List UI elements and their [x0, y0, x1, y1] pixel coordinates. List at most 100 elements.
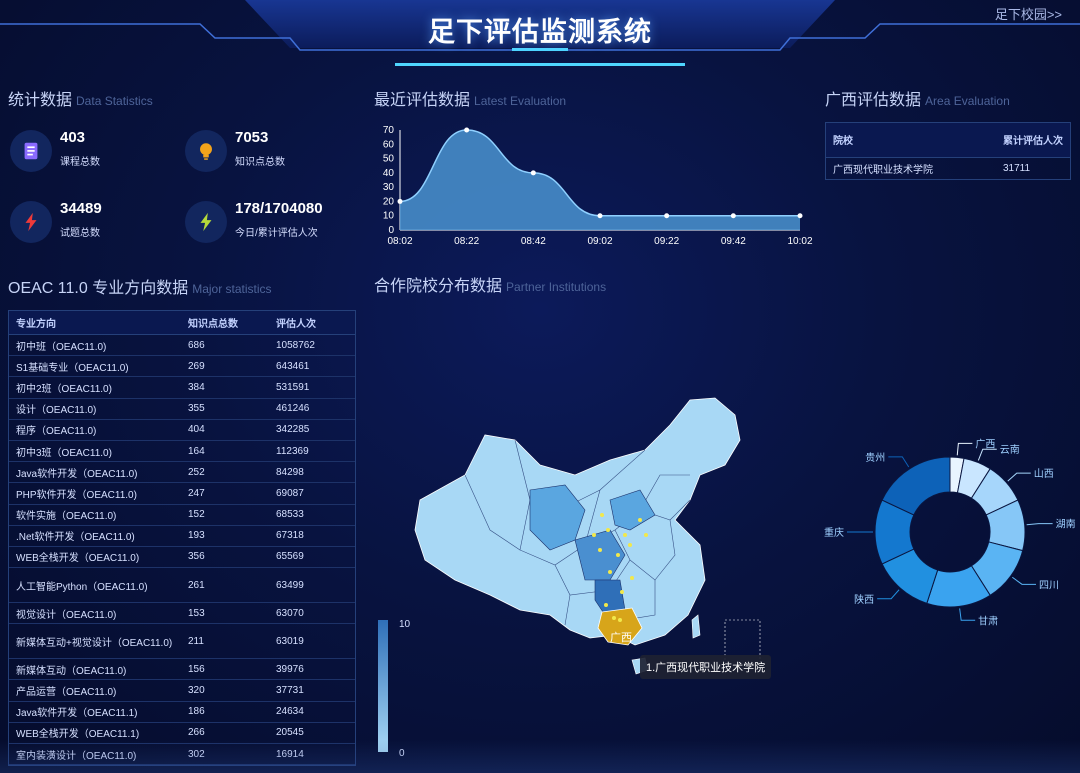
table-cell: 152	[181, 504, 269, 526]
recent-subtitle: Latest Evaluation	[474, 94, 567, 108]
table-cell: PHP软件开发（OEAC11.0)	[9, 482, 181, 505]
data-point[interactable]	[664, 213, 670, 219]
table-cell: 69087	[269, 482, 355, 505]
table-cell: 404	[181, 419, 269, 441]
donut-label: 四川	[1039, 580, 1059, 591]
donut-label: 重庆	[824, 526, 844, 539]
table-cell: 37731	[269, 679, 355, 702]
table-cell: 初中3班（OEAC11.0)	[9, 440, 181, 463]
major-table: 专业方向 知识点总数 评估人次 初中班（OEAC11.0) 686 1058762 S…	[8, 310, 356, 766]
page-title: 足下评估监测系统	[428, 17, 652, 47]
table-cell: 63019	[269, 623, 355, 660]
data-point[interactable]	[397, 198, 403, 204]
home-link[interactable]: 足下校园>>	[995, 4, 1062, 23]
table-row: Java软件开发（OEAC11.0) 252 84298	[9, 461, 355, 484]
data-point[interactable]	[597, 213, 603, 219]
recent-title: 最近评估数据	[374, 92, 471, 109]
lightning-icon	[185, 201, 227, 243]
donut-label-line	[977, 448, 997, 461]
donut-label: 甘肃	[978, 614, 998, 627]
province-donut-chart: 广西云南山西湖南四川甘肃 陕西 重庆 贵州	[824, 438, 1076, 627]
data-point[interactable]	[797, 213, 803, 219]
table-cell: 新媒体互动+视觉设计（OEAC11.0)	[9, 623, 181, 660]
table-cell: 24634	[269, 701, 355, 723]
stats-section-title: 统计数据 Data Statistics	[8, 86, 153, 110]
donut-label-line	[877, 589, 900, 600]
column-header: 累计评估人次	[996, 123, 1070, 158]
partner-section-title: 合作院校分布数据 Partner Institutions	[374, 272, 606, 296]
donut-label-line	[1012, 576, 1037, 585]
table-header-row: 专业方向 知识点总数 评估人次	[9, 311, 355, 335]
table-cell: 164	[181, 440, 269, 463]
table-cell: 643461	[269, 355, 355, 378]
stats-subtitle: Data Statistics	[76, 94, 153, 108]
data-point[interactable]	[730, 213, 736, 219]
table-row: 软件实施（OEAC11.0) 152 68533	[9, 504, 355, 526]
table-cell: 247	[181, 482, 269, 505]
major-section-title: OEAC 11.0 专业方向数据 Major statistics	[8, 274, 272, 298]
table-row: WEB全栈开发（OEAC11.0) 356 65569	[9, 546, 355, 569]
donut-label-line	[959, 608, 976, 621]
partner-subtitle: Partner Institutions	[506, 280, 607, 294]
stat-label: 课程总数	[60, 157, 100, 168]
x-tick-label: 10:02	[787, 236, 812, 247]
clipboard-icon	[10, 130, 52, 172]
table-row: 新媒体互动（OEAC11.0) 156 39976	[9, 658, 355, 681]
table-cell: 342285	[269, 419, 355, 441]
stat-value: 403	[60, 129, 86, 146]
map-label: 广西	[610, 631, 632, 644]
table-header-row: 院校 累计评估人次	[826, 123, 1070, 158]
table-cell: 31711	[1003, 162, 1031, 174]
donut-label: 陕西	[854, 593, 874, 606]
china-map[interactable]: 广西	[370, 380, 830, 700]
stat-value: 34489	[60, 200, 102, 217]
stat-label: 今日/累计评估人次	[235, 228, 318, 239]
table-row: 初中3班（OEAC11.0) 164 112369	[9, 440, 355, 463]
table-cell: 设计（OEAC11.0)	[9, 398, 181, 420]
table-cell: 初中班（OEAC11.0)	[9, 334, 181, 357]
visual-map-legend-bar[interactable]	[378, 620, 388, 752]
column-header: 专业方向	[9, 311, 181, 335]
table-cell: 112369	[269, 440, 355, 463]
table-cell: 1058762	[269, 334, 355, 357]
table-row: .Net软件开发（OEAC11.0) 193 67318	[9, 525, 355, 547]
partner-title: 合作院校分布数据	[374, 278, 503, 295]
data-point[interactable]	[530, 170, 536, 176]
table-cell: 63070	[269, 602, 355, 625]
x-tick-label: 08:02	[387, 236, 412, 247]
table-cell: 686	[181, 334, 269, 357]
map-region-taiwan	[691, 614, 701, 639]
table-cell: 186	[181, 701, 269, 723]
table-cell: 461246	[269, 398, 355, 420]
y-tick-label: 20	[383, 196, 395, 207]
major-subtitle: Major statistics	[192, 282, 272, 296]
stat-value: 178/1704080	[235, 200, 323, 217]
table-row: Java软件开发（OEAC11.1) 186 24634	[9, 701, 355, 723]
major-table-body: 初中班（OEAC11.0) 686 1058762 S1基础专业（OEAC11.0) 2…	[9, 334, 355, 765]
table-row: 初中2班（OEAC11.0) 384 531591	[9, 376, 355, 399]
bottom-glow	[0, 740, 1080, 773]
table-cell: .Net软件开发（OEAC11.0)	[9, 525, 181, 547]
y-tick-label: 10	[383, 211, 395, 222]
recent-section-title: 最近评估数据 Latest Evaluation	[374, 86, 566, 110]
table-cell: 356	[181, 546, 269, 569]
table-row: 广西现代职业技术学院 31711	[826, 157, 1070, 179]
donut-label-line	[1026, 523, 1053, 526]
table-row: 视觉设计（OEAC11.0) 153 63070	[9, 602, 355, 625]
table-cell: 320	[181, 679, 269, 702]
table-cell: 63499	[269, 567, 355, 604]
data-point[interactable]	[464, 127, 470, 133]
table-cell: 人工智能Python（OEAC11.0)	[9, 567, 181, 604]
table-cell: 156	[181, 658, 269, 681]
stat-label: 知识点总数	[235, 157, 285, 168]
stat-value: 7053	[235, 129, 269, 146]
stat-label: 试题总数	[60, 228, 100, 239]
donut-label-line	[956, 442, 973, 456]
table-cell: 软件实施（OEAC11.0)	[9, 504, 181, 526]
table-row: S1基础专业（OEAC11.0) 269 643461	[9, 355, 355, 378]
table-cell: 广西现代职业技术学院	[833, 164, 933, 176]
stat-eval-count: 178/1704080 今日/累计评估人次	[185, 197, 355, 247]
area-title: 广西评估数据	[825, 92, 922, 109]
table-row: 设计（OEAC11.0) 355 461246	[9, 398, 355, 420]
area-table: 院校 累计评估人次 广西现代职业技术学院 31711	[825, 122, 1071, 180]
